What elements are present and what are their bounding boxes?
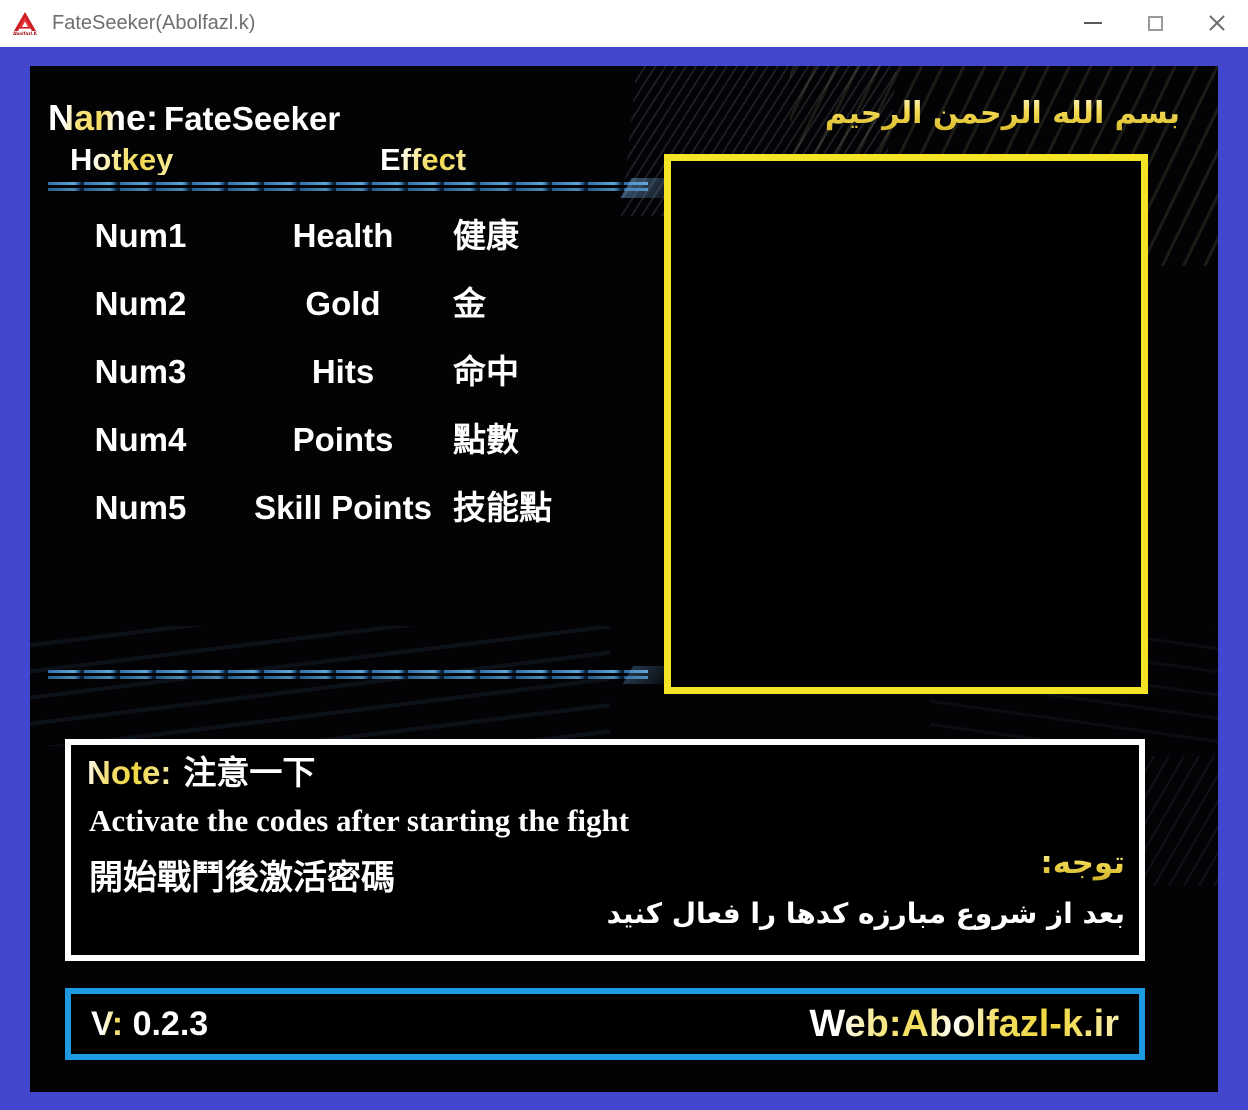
background-streaks-mid-left (30, 626, 610, 746)
table-row: Num5 Skill Points 技能點 (48, 481, 658, 549)
hotkey-effect-zh: 技能點 (453, 488, 552, 527)
abolfazl-k-logo-icon: Abolfazl.K (12, 10, 38, 36)
version-text: V: 0.2.3 (91, 1005, 208, 1044)
divider-header (48, 182, 648, 191)
note-box: Note: 注意一下 Activate the codes after start… (65, 739, 1145, 961)
trainer-outer-frame: Name: FateSeeker بسم الله الرحمن الرحيم H… (0, 47, 1248, 1110)
divider-line-upper (48, 182, 648, 185)
minimize-icon (1084, 22, 1102, 24)
table-row: Num1 Health 健康 (48, 209, 658, 277)
trainer-name-label: Name: (48, 97, 159, 138)
divider-line-upper (48, 670, 648, 673)
website-link[interactable]: Web:Abolfazl-k.ir (809, 1003, 1119, 1046)
table-row: Num2 Gold 金 (48, 277, 658, 345)
note-label-fa: توجه: (1040, 845, 1125, 881)
window-title: FateSeeker(Abolfazl.k) (52, 11, 256, 34)
note-title-zh: 注意一下 (183, 753, 316, 792)
maximize-button[interactable] (1124, 0, 1186, 47)
divider-footer (48, 670, 648, 679)
note-label: Note: (87, 754, 172, 791)
hotkey-effect-en: Health (292, 217, 394, 254)
divider-line-lower (48, 188, 648, 191)
maximize-icon (1147, 15, 1163, 31)
column-header-hotkey: Hotkey (70, 142, 174, 177)
trainer-stage: Name: FateSeeker بسم الله الرحمن الرحيم H… (30, 66, 1218, 1092)
window-controls (1062, 0, 1248, 47)
hotkey-effect-en: Points (292, 421, 394, 458)
application-window: Abolfazl.K FateSeeker(Abolfazl.k) Name: … (0, 0, 1248, 1110)
version-label: V: (91, 1004, 124, 1043)
note-text-fa: بعد از شروع مبارزه کدها را فعال کنید (606, 897, 1125, 930)
bismillah-text: بسم الله الرحمن الرحيم (824, 96, 1180, 131)
table-row: Num3 Hits 命中 (48, 345, 658, 413)
hotkey-effect-en: Gold (305, 285, 381, 322)
hotkey-key: Num5 (94, 489, 187, 526)
close-icon (1207, 13, 1227, 33)
hotkey-key: Num3 (94, 353, 187, 390)
hotkey-effect-zh: 金 (453, 284, 486, 323)
close-button[interactable] (1186, 0, 1248, 47)
hotkey-key: Num2 (94, 285, 187, 322)
note-text-zh: 開始戰鬥後激活密碼 (89, 858, 395, 898)
hotkey-effect-zh: 命中 (453, 352, 519, 391)
divider-line-lower (48, 676, 648, 679)
note-title-line: Note: 注意一下 (87, 753, 316, 792)
column-header-effect: Effect (380, 142, 467, 177)
version-value: 0.2.3 (132, 1004, 209, 1043)
trainer-name-value: FateSeeker (164, 100, 341, 137)
note-text-en: Activate the codes after starting the fi… (89, 803, 630, 838)
hotkey-key: Num4 (94, 421, 187, 458)
hotkey-key: Num1 (94, 217, 187, 254)
hotkey-effect-zh: 健康 (453, 216, 519, 255)
hotkey-table: Num1 Health 健康 Num2 Gold 金 Num3 Hits 命中 … (48, 209, 658, 549)
title-bar: Abolfazl.K FateSeeker(Abolfazl.k) (0, 0, 1248, 47)
table-row: Num4 Points 點數 (48, 413, 658, 481)
hotkey-effect-en: Hits (311, 353, 375, 390)
hotkey-effect-zh: 點數 (453, 420, 519, 459)
options-panel[interactable] (664, 154, 1148, 694)
svg-text:Abolfazl.K: Abolfazl.K (13, 31, 38, 36)
minimize-button[interactable] (1062, 0, 1124, 47)
hotkey-effect-en: Skill Points (254, 489, 432, 526)
trainer-name-line: Name: FateSeeker (48, 100, 340, 136)
footer-bar: V: 0.2.3 Web:Abolfazl-k.ir (65, 988, 1145, 1060)
